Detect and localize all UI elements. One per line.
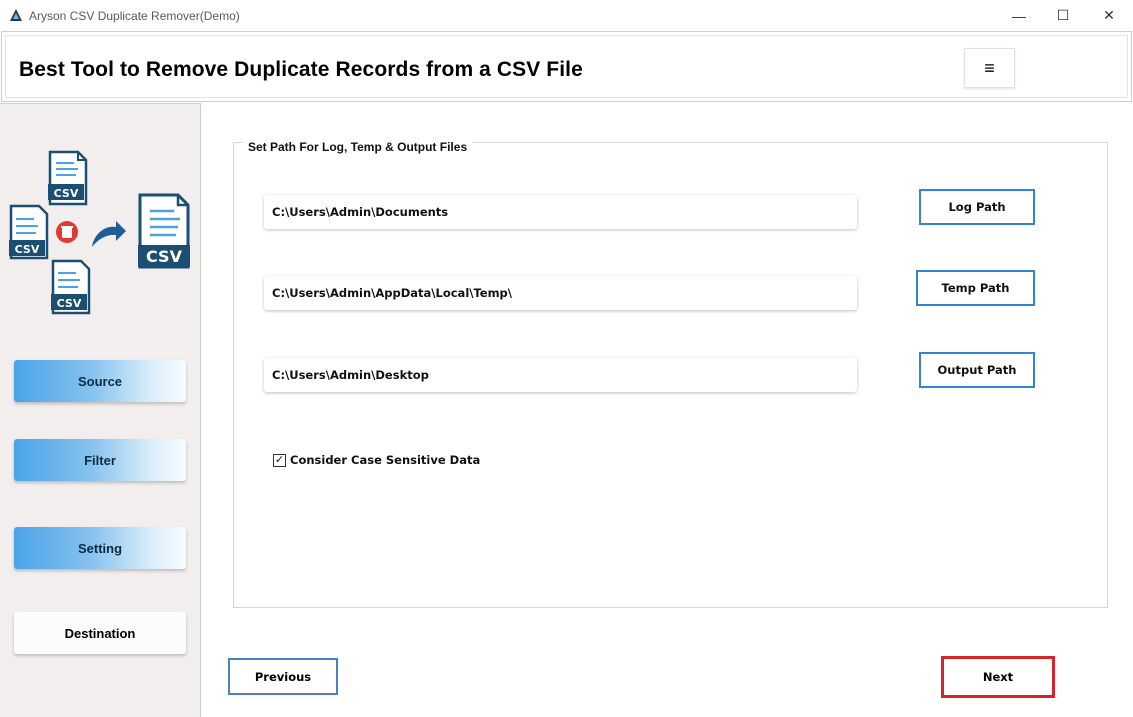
minimize-icon: — bbox=[1012, 7, 1026, 24]
csv-label: CSV bbox=[15, 243, 40, 256]
group-title: Set Path For Log, Temp & Output Files bbox=[243, 140, 473, 154]
sidebar-item-source[interactable]: Source bbox=[14, 360, 186, 402]
checkmark-icon: ✓ bbox=[274, 453, 285, 466]
page-title: Best Tool to Remove Duplicate Records fr… bbox=[19, 58, 583, 81]
sidebar-item-destination[interactable]: Destination bbox=[14, 612, 186, 654]
csv-label: CSV bbox=[146, 247, 183, 266]
log-path-button[interactable]: Log Path bbox=[919, 189, 1035, 225]
sidebar-item-setting[interactable]: Setting bbox=[14, 527, 186, 569]
trash-icon bbox=[56, 221, 78, 243]
csv-file-icon: CSV bbox=[51, 259, 91, 315]
case-sensitive-option[interactable]: ✓ Consider Case Sensitive Data bbox=[273, 453, 480, 467]
hamburger-icon: ≡ bbox=[984, 57, 995, 78]
main-panel: Set Path For Log, Temp & Output Files C:… bbox=[202, 103, 1133, 717]
close-icon: ✕ bbox=[1103, 7, 1115, 23]
maximize-button[interactable]: ☐ bbox=[1040, 0, 1086, 31]
app-logo-icon bbox=[10, 9, 22, 21]
header-inner: Best Tool to Remove Duplicate Records fr… bbox=[5, 35, 1128, 98]
sidebar-item-filter[interactable]: Filter bbox=[14, 439, 186, 481]
output-path-button[interactable]: Output Path bbox=[919, 352, 1035, 388]
header-banner: Best Tool to Remove Duplicate Records fr… bbox=[1, 31, 1132, 102]
csv-duplicate-illustration-icon: CSV CSV CSV CSV bbox=[9, 150, 190, 315]
temp-path-button[interactable]: Temp Path bbox=[916, 270, 1035, 306]
case-sensitive-label: Consider Case Sensitive Data bbox=[290, 453, 481, 467]
minimize-button[interactable]: — bbox=[996, 0, 1042, 31]
csv-output-icon: CSV bbox=[138, 193, 190, 269]
arrow-right-icon bbox=[92, 221, 126, 247]
temp-path-field[interactable]: C:\Users\Admin\AppData\Local\Temp\ bbox=[264, 276, 857, 310]
csv-file-icon: CSV bbox=[48, 150, 88, 206]
log-path-field[interactable]: C:\Users\Admin\Documents bbox=[264, 195, 857, 229]
next-button[interactable]: Next bbox=[941, 656, 1055, 698]
maximize-icon: ☐ bbox=[1056, 7, 1070, 23]
window-title: Aryson CSV Duplicate Remover(Demo) bbox=[29, 9, 240, 23]
sidebar: CSV CSV CSV CSV Source Filter Setting De… bbox=[0, 103, 201, 717]
csv-label: CSV bbox=[54, 187, 79, 200]
csv-file-icon: CSV bbox=[9, 204, 49, 260]
menu-button[interactable]: ≡ bbox=[964, 48, 1015, 88]
csv-label: CSV bbox=[57, 297, 82, 310]
output-path-field[interactable]: C:\Users\Admin\Desktop bbox=[264, 358, 857, 392]
title-bar: Aryson CSV Duplicate Remover(Demo) — ☐ ✕ bbox=[0, 0, 1133, 31]
close-button[interactable]: ✕ bbox=[1086, 0, 1132, 31]
case-sensitive-checkbox[interactable]: ✓ bbox=[273, 453, 286, 467]
previous-button[interactable]: Previous bbox=[228, 658, 338, 695]
